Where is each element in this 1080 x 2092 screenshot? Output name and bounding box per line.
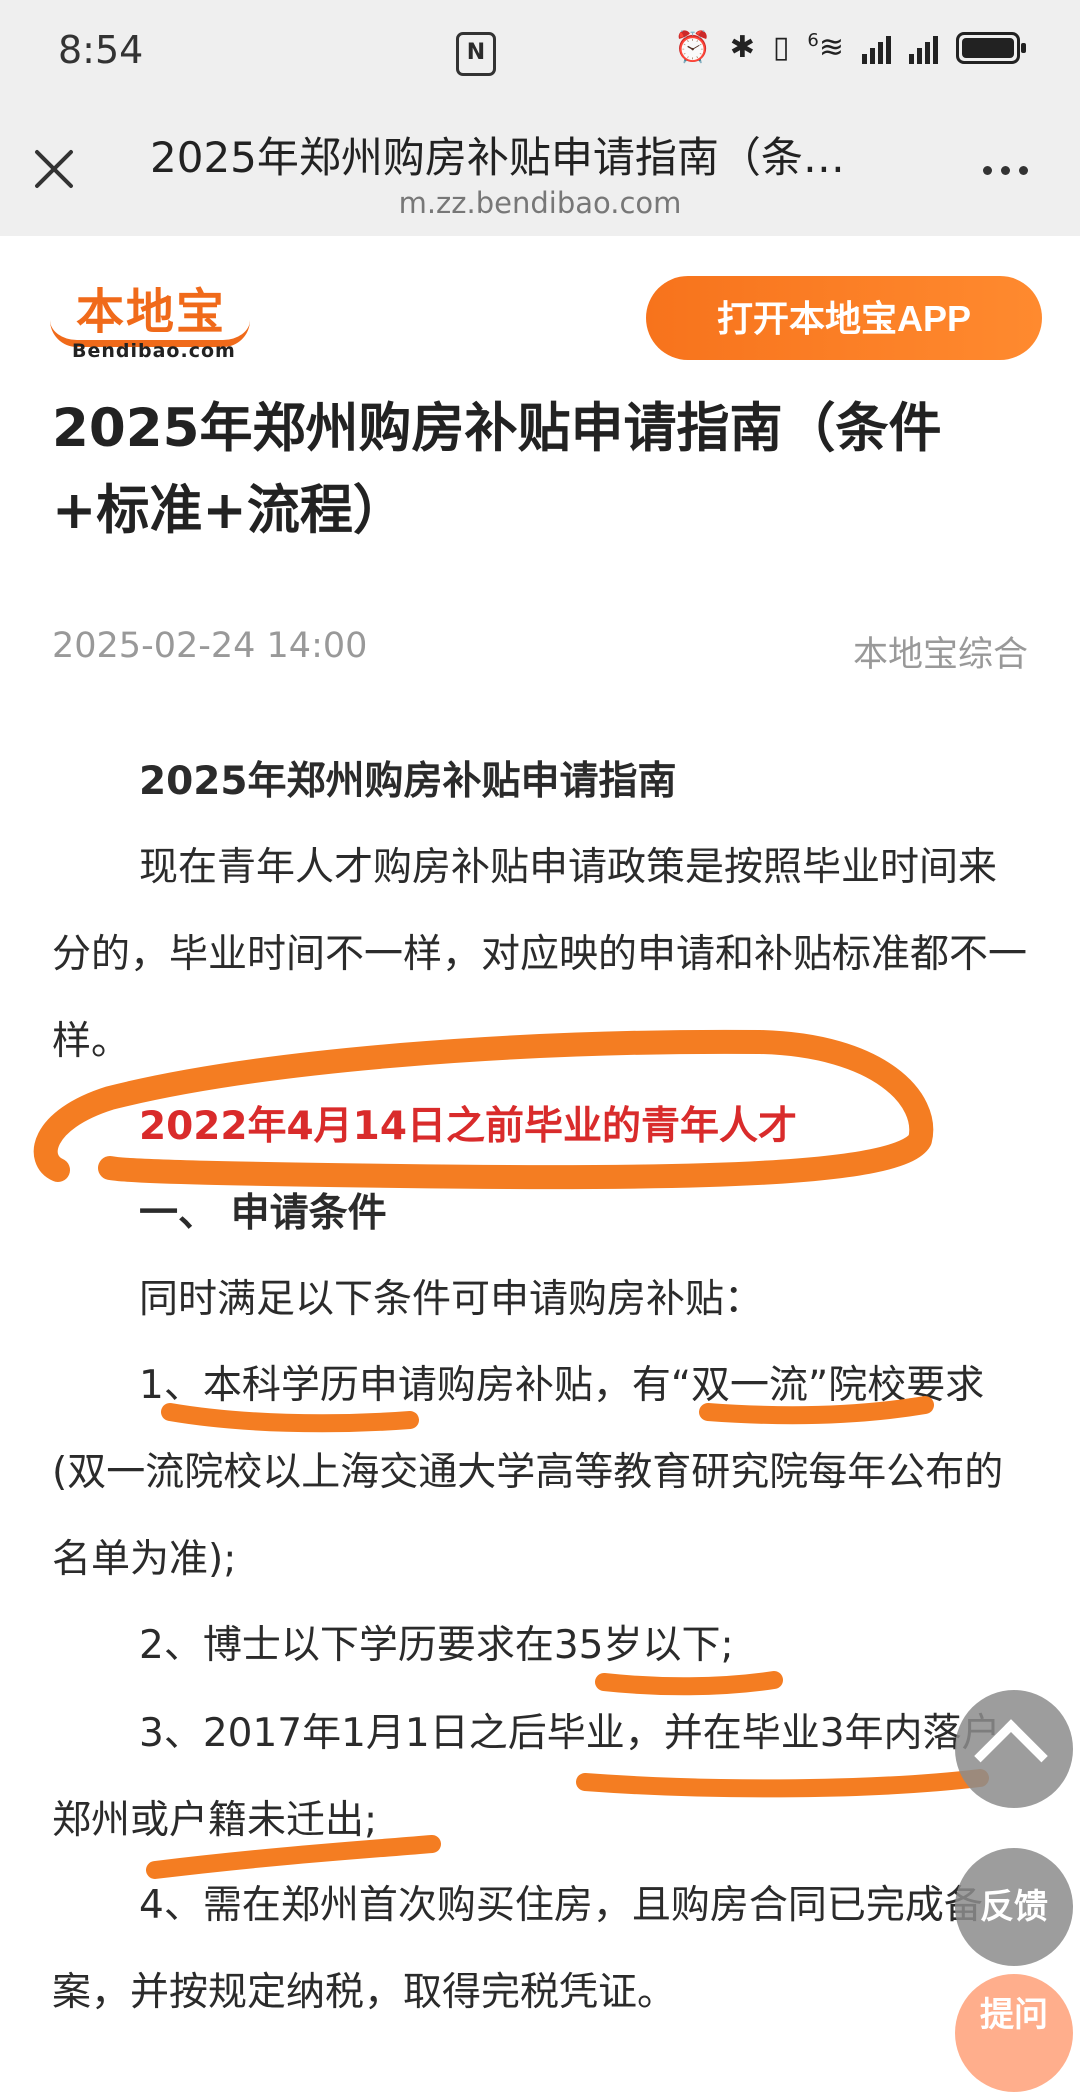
bendibao-logo[interactable]: 本地宝 Bendibao.com: [50, 272, 250, 362]
status-icons: ⏰ ✱ ▯ 6≋: [674, 30, 1026, 65]
section-heading: 2025年郑州购房补贴申请指南: [139, 759, 677, 804]
condition-item-2: 2、博士以下学历要求在35岁以下;: [139, 1623, 734, 1668]
intro-paragraph: 现在青年人才购房补贴申请政策是按照毕业时间来分的，毕业时间不一样，对应映的申请和…: [52, 845, 1028, 1064]
signal-icon-2: [909, 32, 938, 64]
open-app-button[interactable]: 打开本地宝APP: [646, 276, 1042, 360]
battery-icon: [956, 31, 1026, 64]
condition-item-4: 4、需在郑州首次购买住房，且购房合同已完成备案，并按规定纳税，取得完税凭证。: [52, 1883, 983, 2015]
conditions-intro: 同时满足以下条件可申请购房补贴：: [139, 1277, 764, 1322]
bluetooth-icon: ✱: [729, 30, 755, 65]
article-date: 2025-02-24 14:00: [52, 626, 368, 666]
vibrate-icon: ▯: [772, 30, 790, 65]
article-source: 本地宝综合: [852, 635, 1028, 675]
scroll-top-button[interactable]: [955, 1690, 1073, 1808]
browser-header: 8:54 N ⏰ ✱ ▯ 6≋ 2025年郑州购房补贴申请指南（条… m.zz.…: [0, 0, 1080, 236]
browser-url: m.zz.bendibao.com: [398, 186, 682, 220]
nfc-icon: N: [456, 32, 496, 76]
condition-item-1: 1、本科学历申请购房补贴，有“双一流”院校要求(双一流院校以上海交通大学高等教育…: [52, 1363, 1004, 1582]
highlight-heading: 2022年4月14日之前毕业的青年人才: [139, 1104, 797, 1149]
article-title: 2025年郑州购房补贴申请指南（条件+标准+流程）: [52, 398, 942, 541]
signal-icon: [862, 32, 891, 64]
status-time: 8:54: [58, 28, 144, 72]
conditions-heading: 一、 申请条件: [139, 1191, 387, 1236]
logo-domain: Bendibao.com: [72, 340, 236, 362]
more-icon[interactable]: [983, 166, 1028, 175]
alarm-icon: ⏰: [674, 30, 712, 65]
wifi-icon: 6≋: [807, 30, 844, 65]
chevron-up-icon: [974, 1719, 1048, 1793]
feedback-button[interactable]: 反馈: [955, 1848, 1073, 1966]
condition-item-3: 3、2017年1月1日之后毕业，并在毕业3年内落户郑州或户籍未迁出;: [52, 1711, 1001, 1843]
ask-button[interactable]: 提问: [955, 1974, 1073, 2092]
browser-tab-title: 2025年郑州购房补贴申请指南（条…: [150, 133, 845, 182]
